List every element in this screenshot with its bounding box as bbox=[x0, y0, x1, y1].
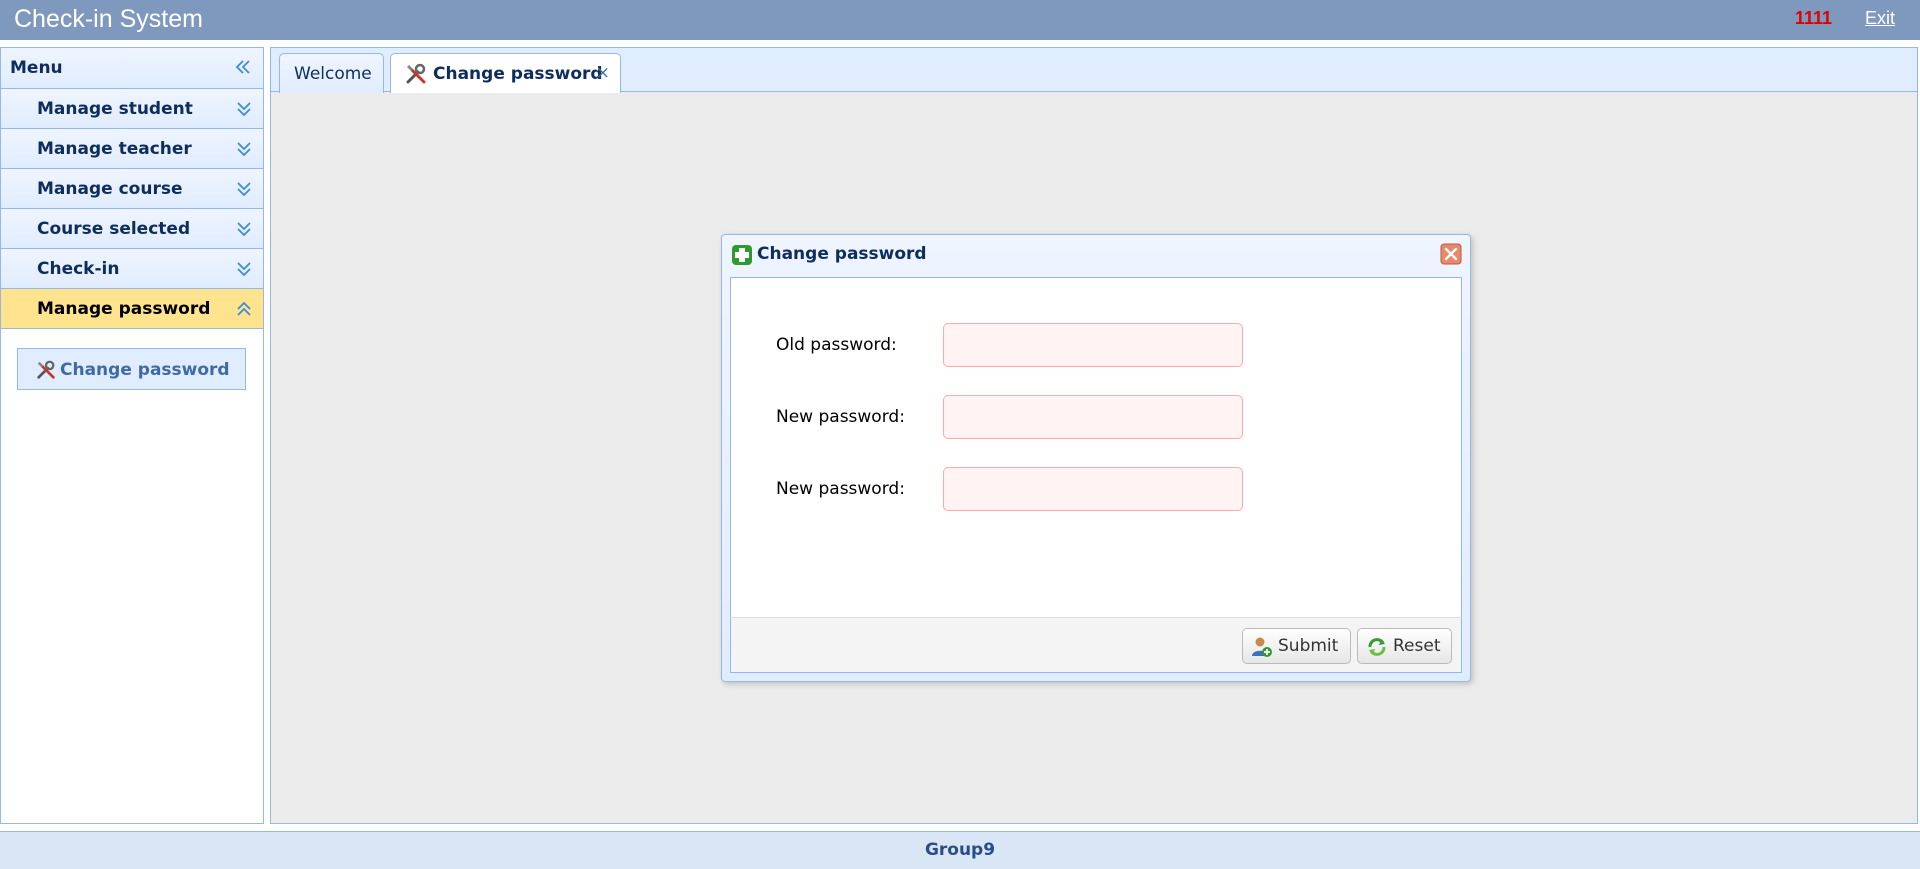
change-password-link[interactable]: Change password bbox=[17, 348, 246, 390]
app-footer: Group9 bbox=[0, 831, 1920, 869]
chevron-double-down-icon[interactable] bbox=[235, 99, 253, 119]
footer-label: Group9 bbox=[924, 840, 996, 860]
tab-welcome[interactable]: Welcome bbox=[279, 53, 384, 93]
chevron-double-down-icon[interactable] bbox=[235, 259, 253, 279]
sidebar-item-label: Manage student bbox=[37, 99, 193, 119]
collapse-left-icon[interactable] bbox=[233, 57, 253, 77]
close-icon[interactable] bbox=[1440, 243, 1462, 265]
old-password-label: Old password: bbox=[776, 335, 897, 355]
manage-password-panel: Change password bbox=[1, 329, 263, 409]
submit-label: Submit bbox=[1278, 636, 1339, 656]
sidebar-item-label: Manage password bbox=[37, 299, 211, 319]
app-header: Check-in System 1111 Exit bbox=[0, 0, 1920, 40]
user-id: 1111 bbox=[1794, 8, 1832, 28]
chevron-double-down-icon[interactable] bbox=[235, 179, 253, 199]
change-password-dialog: Change password Old password: New passwo… bbox=[721, 234, 1471, 682]
reset-button[interactable]: Reset bbox=[1357, 628, 1452, 664]
sidebar-item-label: Manage course bbox=[37, 179, 183, 199]
sidebar-item-course-selected[interactable]: Course selected bbox=[1, 209, 263, 249]
tab-change-password[interactable]: Change password × bbox=[390, 53, 621, 93]
sidebar-item-manage-password[interactable]: Manage password bbox=[1, 289, 263, 329]
sidebar-item-label: Check-in bbox=[37, 259, 120, 279]
confirm-password-input[interactable] bbox=[943, 467, 1243, 511]
tab-label: Change password bbox=[433, 64, 603, 84]
tools-icon bbox=[37, 360, 55, 379]
confirm-password-label: New password: bbox=[776, 479, 905, 499]
sidebar-item-manage-student[interactable]: Manage student bbox=[1, 89, 263, 129]
tab-close-icon[interactable]: × bbox=[596, 63, 610, 83]
sidebar-item-label: Manage teacher bbox=[37, 139, 192, 159]
sidebar: Menu Manage student Manage teacher Manag… bbox=[0, 47, 264, 824]
chevron-double-down-icon[interactable] bbox=[235, 219, 253, 239]
user-add-icon bbox=[1252, 637, 1272, 657]
app-title: Check-in System bbox=[14, 5, 203, 33]
confirm-password-row: New password: bbox=[731, 467, 1461, 511]
menu-title: Menu bbox=[10, 58, 63, 78]
dialog-body: Old password: New password: New password… bbox=[730, 277, 1462, 617]
old-password-row: Old password: bbox=[731, 323, 1461, 367]
sidebar-item-label: Course selected bbox=[37, 219, 191, 239]
sidebar-item-manage-teacher[interactable]: Manage teacher bbox=[1, 129, 263, 169]
chevron-double-up-icon[interactable] bbox=[235, 299, 253, 319]
reset-label: Reset bbox=[1393, 636, 1441, 656]
old-password-input[interactable] bbox=[943, 323, 1243, 367]
chevron-double-down-icon[interactable] bbox=[235, 139, 253, 159]
new-password-input[interactable] bbox=[943, 395, 1243, 439]
exit-link[interactable]: Exit bbox=[1865, 8, 1895, 29]
tab-label: Welcome bbox=[294, 64, 372, 84]
sidebar-item-check-in[interactable]: Check-in bbox=[1, 249, 263, 289]
tab-bar: Welcome Change password × bbox=[271, 48, 1917, 93]
change-password-link-label: Change password bbox=[60, 360, 230, 380]
new-password-label: New password: bbox=[776, 407, 905, 427]
new-password-row: New password: bbox=[731, 395, 1461, 439]
dialog-header: Change password bbox=[722, 235, 1470, 275]
sidebar-item-manage-course[interactable]: Manage course bbox=[1, 169, 263, 209]
dialog-title: Change password bbox=[757, 244, 927, 264]
menu-header: Menu bbox=[1, 48, 263, 89]
refresh-icon bbox=[1368, 638, 1386, 656]
tools-icon bbox=[406, 63, 426, 84]
dialog-footer: Submit Reset bbox=[730, 617, 1462, 673]
add-icon bbox=[732, 245, 752, 265]
submit-button[interactable]: Submit bbox=[1242, 628, 1351, 664]
